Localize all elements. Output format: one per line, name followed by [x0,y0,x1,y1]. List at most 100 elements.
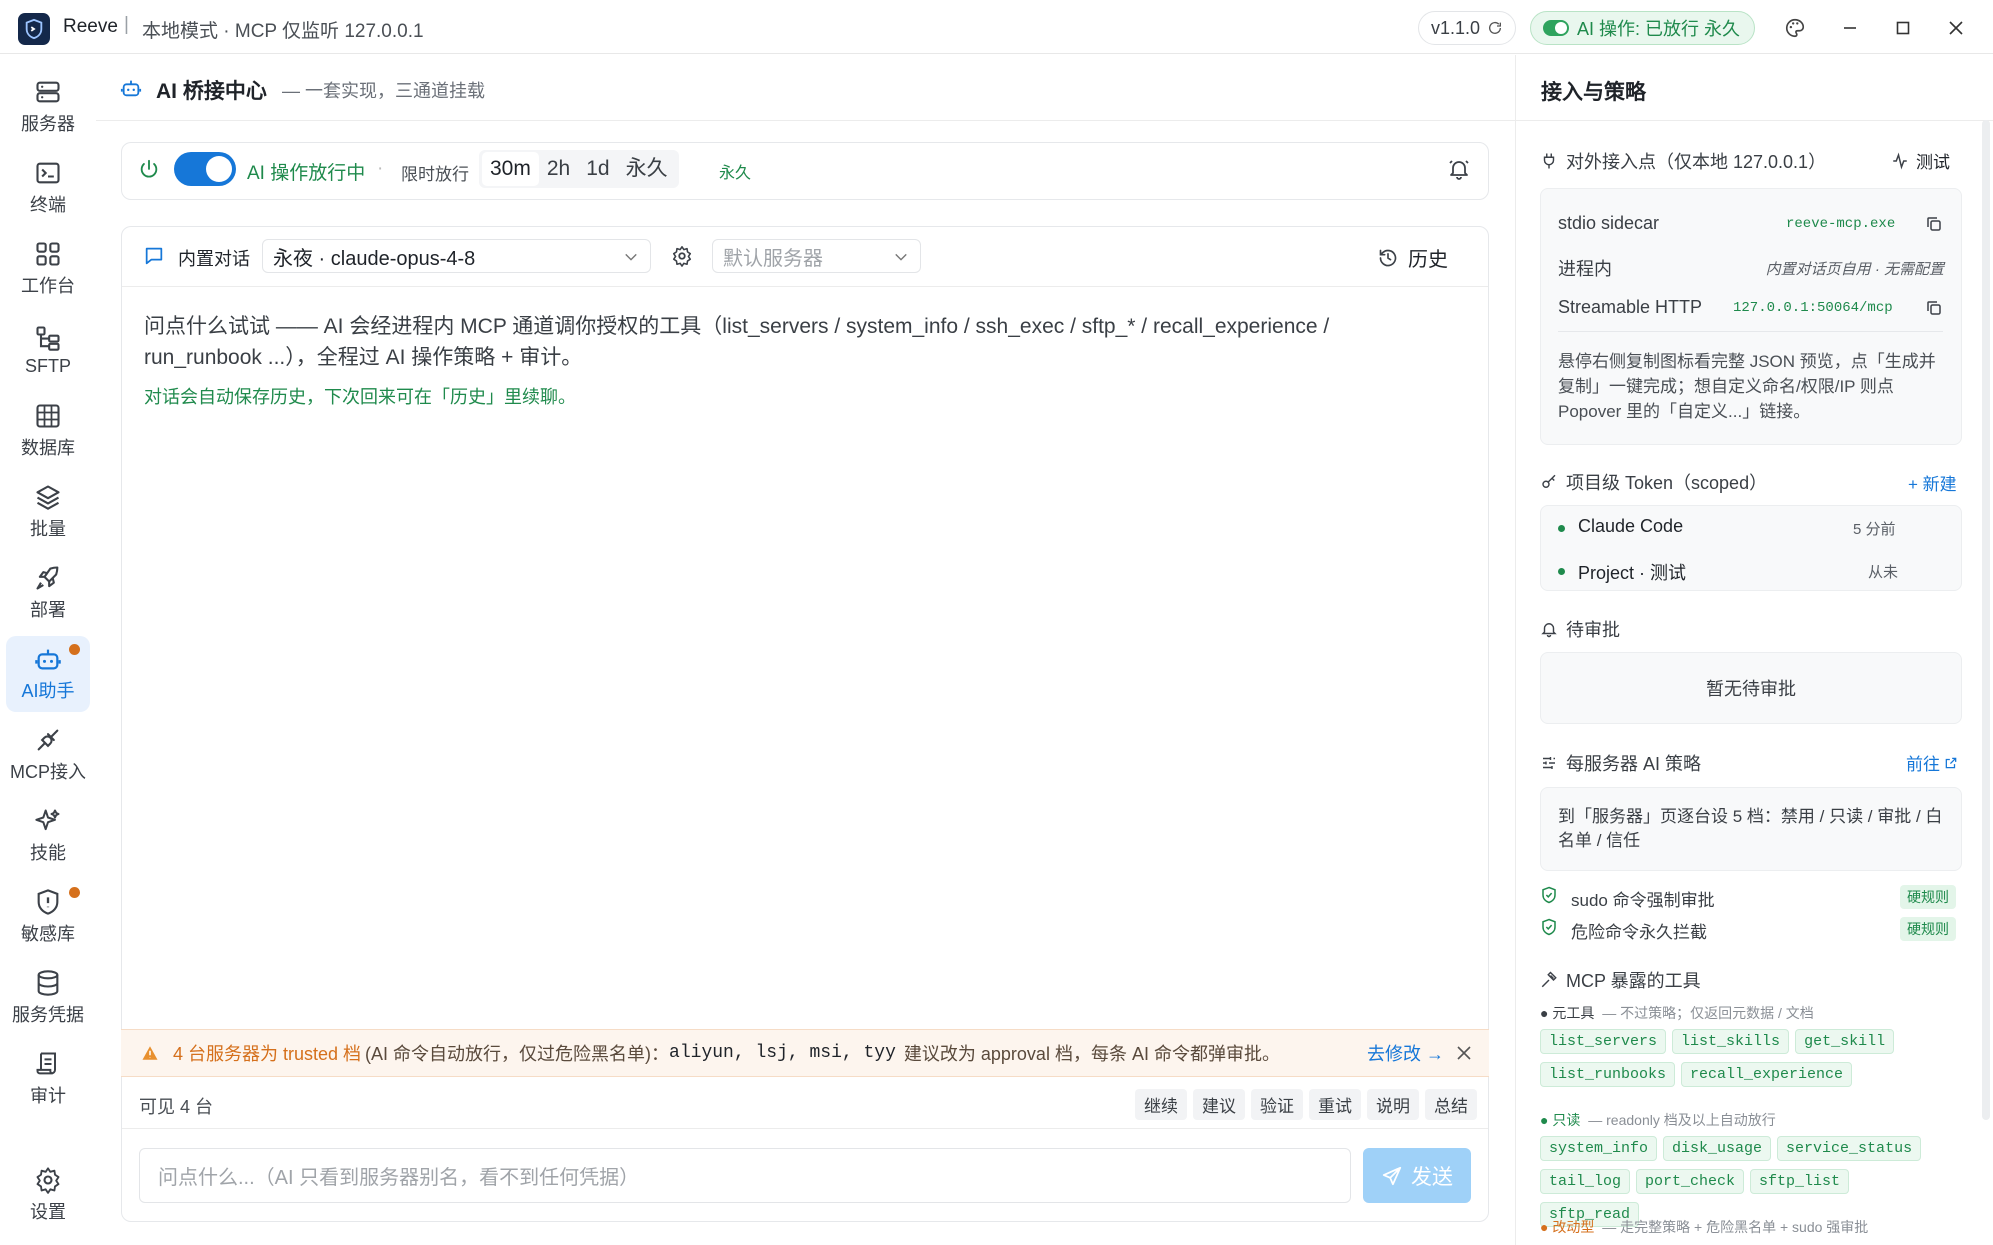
quick-verify-button[interactable]: 验证 [1251,1089,1303,1120]
sidebar-item-label: 部署 [30,600,66,620]
close-icon[interactable] [1456,1045,1472,1061]
app-logo-icon [18,13,50,45]
fix-link[interactable]: 去修改 → [1367,1040,1444,1066]
duration-forever[interactable]: 永久 [618,152,676,186]
copy-icon[interactable] [1925,299,1943,317]
pending-section-title: 待审批 [1566,620,1620,640]
rw-label: 改动型 [1552,1219,1595,1235]
palette-icon [1786,18,1805,38]
close-window-button[interactable] [1941,13,1971,43]
version-badge[interactable]: v1.1.0 [1418,11,1517,45]
sidebar-item-audit[interactable]: 审计 [6,1041,90,1117]
duration-2h[interactable]: 2h [539,152,578,186]
warning-servers: aliyun, lsj, msi, tyy [669,1043,896,1063]
meta-tools-list: list_servers list_skills get_skill list_run… [1540,1029,1960,1095]
sidebar-item-database[interactable]: 数据库 [6,393,90,469]
warning-icon [142,1046,158,1060]
hammer-icon [1541,971,1557,988]
token-name[interactable]: Project · 测试 [1578,559,1686,585]
quick-suggest-button[interactable]: 建议 [1193,1089,1245,1120]
token-list: Claude Code 5 分前 Project · 测试 从未 [1540,505,1962,591]
meta-tools-header: ● 元工具 — 不过策略；仅返回元数据 / 文档 [1540,1005,1814,1021]
divider [122,1128,1488,1129]
quick-continue-button[interactable]: 继续 [1135,1089,1187,1120]
sidebar-item-sensitive[interactable]: 敏感库 [6,879,90,955]
ai-status-label: AI 操作: 已放行 永久 [1577,19,1741,39]
sidebar-item-workbench[interactable]: 工作台 [6,231,90,307]
warning-tail: 建议改为 approval 档，每条 AI 命令都弹审批。 [903,1044,1280,1064]
token-section-title: 项目级 Token（scoped） [1566,473,1768,493]
sidebar-item-label: 服务凭据 [12,1005,84,1025]
meta-label: 元工具 [1552,1005,1595,1021]
endpoint-value: reeve-mcp.exe [1786,216,1896,232]
sidebar-item-batch[interactable]: 批量 [6,474,90,550]
status-dot [1558,568,1565,575]
sidebar-item-label: 终端 [30,195,66,215]
minimize-button[interactable] [1835,13,1865,43]
quick-explain-button[interactable]: 说明 [1367,1089,1419,1120]
scroll-icon [36,1052,56,1075]
sidebar-item-ai-assistant[interactable]: AI助手 [6,636,90,712]
ai-permit-label: AI 操作放行中 [247,163,366,184]
gear-icon [36,1167,60,1194]
plug-icon [1543,153,1555,169]
sidebar-item-skills[interactable]: 技能 [6,798,90,874]
meta-note: — 不过策略；仅返回元数据 / 文档 [1602,1005,1814,1021]
maximize-button[interactable] [1888,13,1918,43]
sidebar-item-servers[interactable]: 服务器 [6,69,90,145]
selected-duration: 永久 [719,165,752,182]
sidebar-item-label: 数据库 [21,438,75,458]
quick-summary-button[interactable]: 总结 [1425,1089,1477,1120]
title-bar: Reeve | 本地模式 · MCP 仅监听 127.0.0.1 v1.1.0 … [0,0,1993,54]
pending-empty-label: 暂无待审批 [1706,679,1796,699]
history-button[interactable]: 历史 [1378,243,1448,272]
token-name[interactable]: Claude Code [1578,516,1683,537]
palette-button[interactable] [1780,13,1810,43]
tool-tag: tail_log [1540,1169,1631,1194]
send-button[interactable]: 发送 [1363,1148,1471,1203]
bell-icon [1541,623,1557,638]
endpoint-note: 悬停右侧复制图标看完整 JSON 预览，点「生成并复制」一键完成；想自定义命名/… [1558,352,1936,421]
ai-status-badge[interactable]: AI 操作: 已放行 永久 [1530,11,1756,45]
gear-icon[interactable] [671,245,693,267]
refresh-icon [1489,21,1502,34]
shield-check-icon [1542,918,1556,936]
copy-icon[interactable] [1925,215,1943,233]
duration-30m[interactable]: 30m [482,152,539,186]
table-icon [36,404,60,428]
ai-permit-toggle[interactable] [174,152,236,186]
sidebar-item-deploy[interactable]: 部署 [6,555,90,631]
divider [122,286,1488,287]
send-icon [1382,1166,1402,1185]
notification-dot [69,644,80,655]
quick-retry-button[interactable]: 重试 [1309,1089,1361,1120]
shield-alert-icon [37,889,59,915]
chat-input[interactable]: 问点什么...（AI 只看到服务器别名，看不到任何凭据） [139,1148,1351,1203]
chat-bubble-icon [145,247,163,265]
sidebar-item-credentials[interactable]: 服务凭据 [6,960,90,1036]
sidebar-item-sftp[interactable]: SFTP [6,312,90,388]
model-select[interactable]: 永夜 · claude-opus-4-8 [262,239,651,273]
sparkles-icon [35,809,60,831]
sidebar-item-label: AI助手 [21,681,75,701]
sidebar-item-settings[interactable]: 设置 [6,1157,90,1233]
duration-1d[interactable]: 1d [578,152,617,186]
goto-servers-link[interactable]: 前往 [1906,750,1958,775]
endpoint-name: stdio sidecar [1558,213,1660,233]
test-button[interactable]: 测试 [1891,148,1950,173]
divider [1558,331,1943,332]
server-select[interactable]: 默认服务器 [712,239,921,273]
sidebar-item-terminal[interactable]: 终端 [6,150,90,226]
panel-scrollbar[interactable] [1982,120,1990,1120]
panel-title: 接入与策略 [1541,81,1646,104]
notification-dot [69,887,80,898]
new-token-button[interactable]: + 新建 [1908,470,1957,495]
separator-dot: · [377,158,384,179]
mode-label: 本地模式 · MCP 仅监听 127.0.0.1 [142,21,424,42]
sidebar-item-mcp[interactable]: MCP接入 [6,717,90,793]
page-header: AI 桥接中心 — 一套实现，三通道挂载 [96,55,1516,121]
pending-section-header: 待审批 [1540,616,1620,642]
visible-count: 可见 4 台 [139,1097,214,1117]
rule-label: 危险命令永久拦截 [1571,923,1707,942]
bell-ring-icon[interactable] [1447,157,1471,181]
